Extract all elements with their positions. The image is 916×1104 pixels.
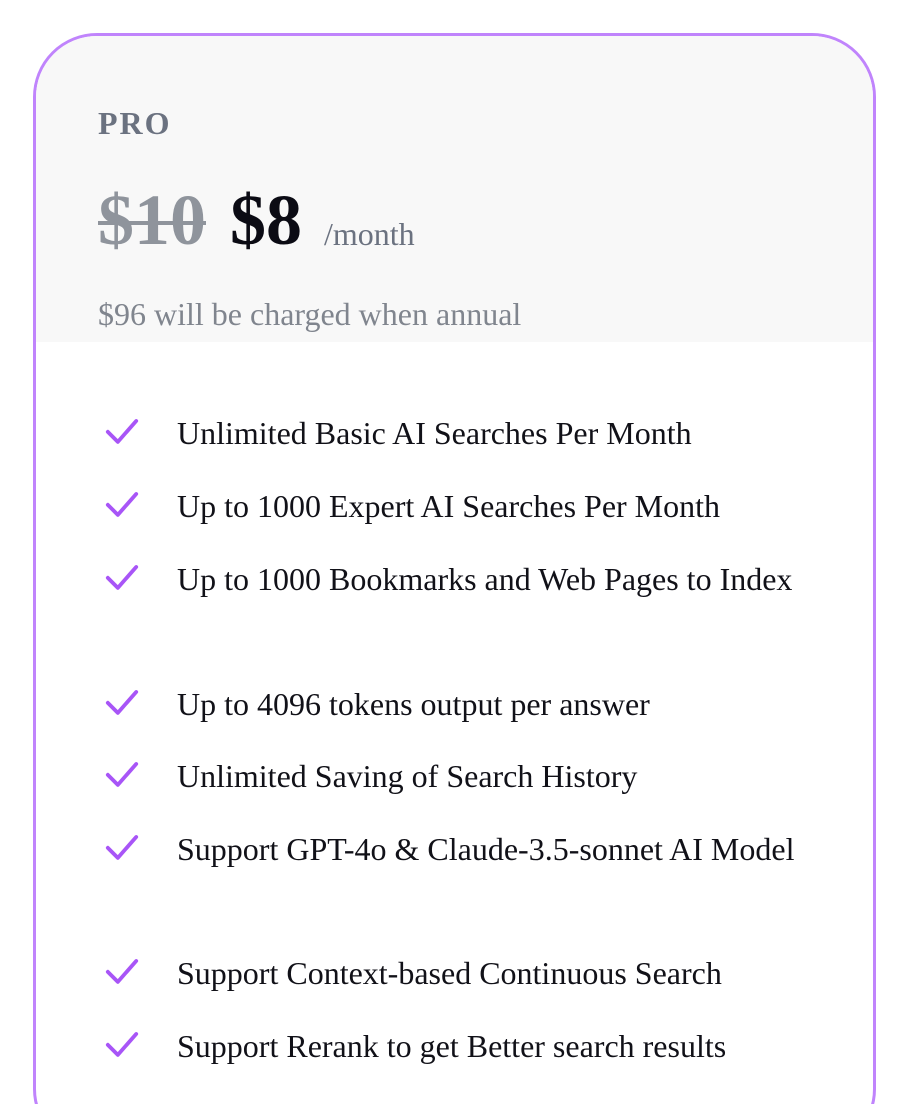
annual-charge-note: $96 will be charged when annual (98, 296, 522, 332)
billing-period: /month (324, 216, 415, 252)
original-price: $10 (98, 180, 206, 260)
feature-text: Up to 1000 Bookmarks and Web Pages to In… (177, 561, 793, 597)
feature-text: Unlimited Basic AI Searches Per Month (177, 415, 692, 451)
check-icon (105, 565, 139, 590)
feature-text: Up to 4096 tokens output per answer (177, 686, 650, 722)
check-icon (105, 690, 139, 715)
feature-text: Support Context-based Continuous Search (177, 955, 722, 991)
check-icon (105, 492, 139, 517)
check-icon (105, 1032, 139, 1057)
check-icon (105, 419, 139, 444)
check-icon (105, 762, 139, 787)
plan-name: PRO (98, 105, 172, 141)
feature-text: Unlimited Saving of Search History (177, 758, 638, 794)
check-icon (105, 959, 139, 984)
feature-text: Support GPT-4o & Claude-3.5-sonnet AI Mo… (177, 831, 795, 867)
check-icon (105, 835, 139, 860)
current-price: $8 (230, 180, 302, 260)
pricing-card-pro: PRO $10 $8 /month $96 will be charged wh… (33, 33, 876, 1104)
pricing-card-header: PRO $10 $8 /month $96 will be charged wh… (36, 36, 873, 342)
feature-text: Support Rerank to get Better search resu… (177, 1028, 727, 1064)
feature-text: Up to 1000 Expert AI Searches Per Month (177, 488, 721, 524)
